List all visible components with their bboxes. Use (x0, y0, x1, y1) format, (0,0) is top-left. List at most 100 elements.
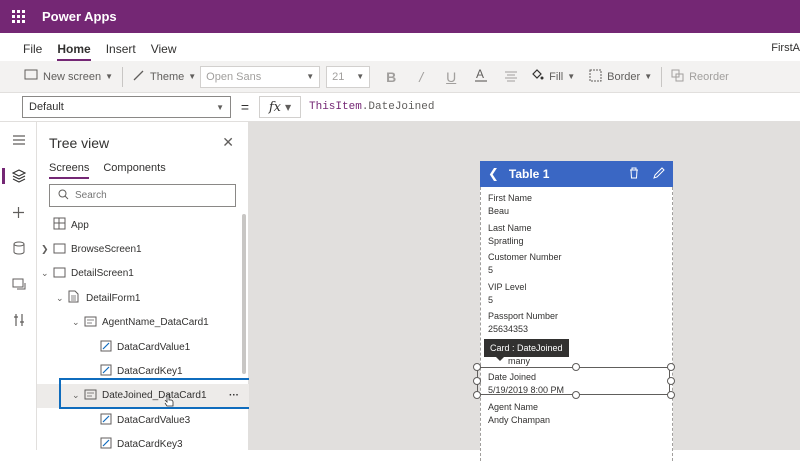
resize-handle[interactable] (572, 363, 580, 371)
edit-icon (100, 413, 112, 428)
field-value: Andy Champan (488, 415, 551, 425)
database-icon[interactable] (0, 230, 37, 266)
resize-handle[interactable] (473, 377, 481, 385)
fill-button[interactable]: Fill ▼ (526, 65, 579, 89)
field-last-name[interactable]: Last Name Spratling (488, 223, 532, 246)
resize-handle[interactable] (473, 363, 481, 371)
fill-label: Fill (549, 70, 564, 83)
font-size-select[interactable]: 21 ▼ (326, 65, 371, 88)
property-select[interactable]: Default ▼ (22, 96, 231, 118)
menu-bar: File Home Insert View FirstA (0, 33, 800, 61)
italic-icon[interactable]: / (406, 69, 436, 85)
new-screen-button[interactable]: New screen ▼ (20, 65, 117, 89)
divider (661, 66, 663, 87)
search-input[interactable] (75, 190, 225, 201)
screen-header: ❮ Table 1 (480, 161, 673, 187)
tree-node-datacardvalue1[interactable]: DataCardValue1 (37, 335, 249, 359)
resize-handle[interactable] (667, 377, 675, 385)
left-rail (0, 122, 37, 450)
close-icon[interactable]: ✕ (222, 134, 234, 151)
align-icon[interactable] (496, 69, 526, 85)
font-select[interactable]: Open Sans ▼ (200, 65, 321, 88)
underline-icon[interactable]: U (436, 69, 466, 85)
back-arrow-icon[interactable]: ❮ (488, 166, 499, 182)
field-label: First Name (488, 193, 533, 203)
tree-node-label: BrowseScreen1 (71, 244, 142, 256)
border-label: Border (607, 70, 641, 83)
chevron-down-icon[interactable]: ⌄ (41, 268, 49, 279)
tree-node-detailscreen1[interactable]: ⌄ DetailScreen1 (37, 262, 249, 286)
card-tooltip: Card : DateJoined (484, 339, 569, 361)
font-color-icon[interactable]: A (466, 67, 496, 86)
chevron-down-icon: ▼ (306, 72, 315, 81)
field-label: Last Name (488, 223, 532, 233)
search-box[interactable] (49, 184, 236, 207)
hamburger-icon[interactable] (0, 122, 37, 158)
tree-node-detailform1[interactable]: ⌄ DetailForm1 (37, 286, 249, 310)
selection-highlight (59, 378, 252, 409)
menu-insert[interactable]: Insert (106, 42, 136, 61)
paint-bucket-icon (530, 68, 544, 85)
field-value: many (508, 356, 531, 366)
tools-icon[interactable] (0, 302, 37, 338)
theme-label: Theme (150, 70, 185, 83)
svg-text:A: A (476, 67, 484, 81)
field-passport-number[interactable]: Passport Number 25634353 (488, 311, 558, 334)
equals-sign: = (240, 99, 250, 115)
tree-view-icon[interactable] (0, 158, 37, 194)
screen-icon (53, 243, 66, 257)
font-select-value: Open Sans (206, 70, 262, 83)
field-first-name[interactable]: First Name Beau (488, 193, 532, 216)
function-button[interactable]: fx ▼ (259, 96, 301, 118)
pencil-icon[interactable] (653, 167, 665, 182)
resize-handle[interactable] (667, 391, 675, 399)
chevron-down-icon: ▼ (105, 72, 113, 81)
tree-node-label: DataCardKey3 (117, 439, 183, 451)
field-vip-level[interactable]: VIP Level 5 (488, 282, 526, 305)
theme-button[interactable]: Theme ▼ (128, 65, 200, 89)
border-button[interactable]: Border ▼ (585, 65, 656, 89)
menu-home[interactable]: Home (57, 42, 92, 61)
tree-node-datacardvalue3[interactable]: DataCardValue3 (37, 408, 249, 432)
tree-node-label: DetailScreen1 (71, 268, 134, 280)
chevron-down-icon[interactable]: ⌄ (56, 293, 64, 304)
tree-node-browsescreen1[interactable]: ❯ BrowseScreen1 (37, 237, 249, 261)
border-icon (589, 69, 602, 85)
resize-handle[interactable] (473, 391, 481, 399)
formula-object: ThisItem (309, 101, 362, 113)
formula-input[interactable]: ThisItem.DateJoined (309, 101, 434, 113)
resize-handle[interactable] (572, 391, 580, 399)
app-screen-preview[interactable]: ❮ Table 1 First Name Beau Last Name Spra… (473, 161, 675, 461)
plus-icon[interactable] (0, 194, 37, 230)
formula-property: .DateJoined (361, 101, 435, 113)
field-customer-number[interactable]: Customer Number 5 (488, 252, 562, 275)
tree-node-agentname-datacard1[interactable]: ⌄ AgentName_DataCard1 (37, 311, 249, 335)
menu-view[interactable]: View (151, 42, 177, 61)
menu-file[interactable]: File (23, 42, 42, 61)
chevron-down-icon: ▼ (356, 72, 365, 81)
tree-node-app[interactable]: App (37, 213, 249, 237)
divider (122, 66, 123, 87)
tree-list: App ❯ BrowseScreen1 ⌄ DetailScreen1 ⌄ De… (37, 213, 249, 457)
chevron-down-icon: ▼ (216, 102, 224, 112)
tree-node-label: DataCardValue1 (117, 341, 191, 353)
resize-handle[interactable] (667, 363, 675, 371)
tree-node-datacardkey3[interactable]: DataCardKey3 (37, 433, 249, 457)
tab-components[interactable]: Components (103, 162, 165, 179)
media-icon[interactable] (0, 266, 37, 302)
chevron-down-icon[interactable]: ⌄ (72, 317, 80, 328)
tree-scrollbar[interactable] (242, 214, 246, 374)
bold-icon[interactable]: B (376, 69, 406, 85)
chevron-right-icon[interactable]: ❯ (41, 244, 49, 255)
app-launcher-icon[interactable] (0, 0, 36, 33)
field-value: 5 (488, 295, 494, 305)
trash-icon[interactable] (629, 167, 639, 182)
tab-screens[interactable]: Screens (49, 162, 90, 179)
design-canvas[interactable]: ❮ Table 1 First Name Beau Last Name Spra… (249, 122, 800, 461)
field-value: Beau (488, 206, 510, 216)
reorder-button[interactable]: Reorder (667, 65, 733, 89)
field-agent-name[interactable]: Agent Name Andy Champan (488, 402, 550, 425)
app-header: Power Apps (0, 0, 800, 33)
fx-icon: fx (268, 99, 281, 115)
field-label: VIP Level (488, 282, 527, 292)
